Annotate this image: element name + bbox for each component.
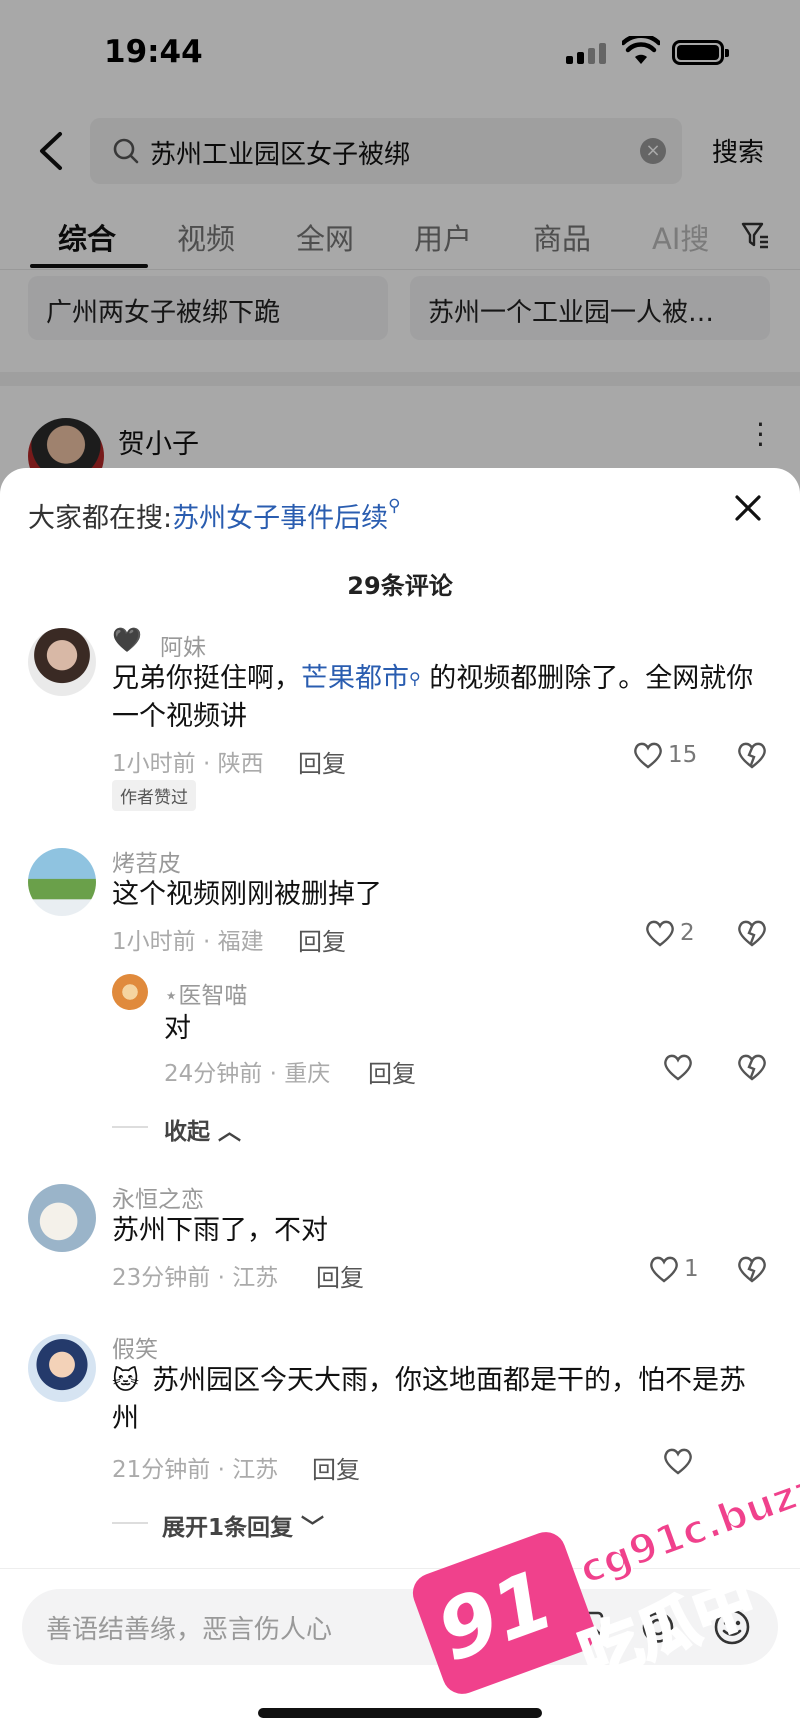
comment-author[interactable]: 假笑 xyxy=(112,1330,158,1364)
comment-author[interactable]: 永恒之恋 xyxy=(112,1180,204,1214)
dislike-heart-icon[interactable] xyxy=(736,1254,768,1284)
expand-label: 展开1条回复 xyxy=(162,1515,294,1541)
author-liked-badge: 作者赞过 xyxy=(112,780,196,811)
avatar[interactable] xyxy=(112,974,148,1010)
thread-line xyxy=(112,1126,148,1128)
avatar[interactable] xyxy=(28,848,96,916)
chevron-down-icon: ﹀ xyxy=(301,1515,325,1541)
comment-meta: 21分钟前 · 江苏 xyxy=(112,1457,279,1483)
heart-icon[interactable] xyxy=(662,1446,694,1476)
like-button[interactable]: 2 xyxy=(644,918,695,948)
search-small-icon: ⚲ xyxy=(388,496,401,516)
reply-author[interactable]: ⋆医智喵 xyxy=(164,976,247,1010)
comment-meta: 23分钟前 · 江苏 xyxy=(112,1265,279,1291)
trending-prefix: 大家都在搜: xyxy=(28,503,173,534)
avatar[interactable] xyxy=(28,628,96,696)
comment-text: 苏州下雨了，不对 xyxy=(112,1215,328,1246)
collapse-label: 收起 xyxy=(164,1119,210,1145)
like-count: 1 xyxy=(684,1256,699,1282)
reply-button[interactable]: 回复 xyxy=(298,922,346,957)
watermark: 91 cg91c.buzz 吃瓜中心 xyxy=(407,1464,800,1736)
reply-button[interactable]: 回复 xyxy=(312,1450,360,1485)
comment-text: 苏州园区今天大雨，你这地面都是干的，怕不是苏州 xyxy=(112,1365,746,1434)
comment-meta: 1小时前 · 福建 xyxy=(112,929,264,955)
watermark-number: 91 xyxy=(425,1552,566,1681)
comment-author[interactable]: 烤苕皮 xyxy=(112,844,181,878)
comment-meta: 1小时前 · 陕西 xyxy=(112,751,264,777)
like-count: 15 xyxy=(668,742,698,768)
thread-line xyxy=(112,1522,148,1524)
close-icon[interactable] xyxy=(730,490,766,526)
black-heart-icon: 🖤 xyxy=(112,626,142,654)
avatar[interactable] xyxy=(28,1184,96,1252)
collapse-replies-button[interactable]: 收起 ︿ xyxy=(164,1112,241,1146)
reply-button[interactable]: 回复 xyxy=(316,1258,364,1293)
dislike-heart-icon[interactable] xyxy=(736,740,768,770)
reply-button[interactable]: 回复 xyxy=(368,1054,416,1089)
comment-author[interactable]: 阿妹 xyxy=(160,628,206,662)
comment-text: 兄弟你挺住啊，芒果都市⚲ 的视频都删除了。全网就你一个视频讲 xyxy=(112,660,772,736)
trending-search-hint: 大家都在搜:苏州女子事件后续⚲ xyxy=(28,496,401,535)
dislike-heart-icon[interactable] xyxy=(736,1052,768,1082)
reply-text: 对 xyxy=(164,1013,191,1044)
chevron-up-icon: ︿ xyxy=(218,1119,242,1145)
comment-text-part: 兄弟你挺住啊， xyxy=(112,663,301,694)
reply-button[interactable]: 回复 xyxy=(298,744,346,779)
heart-icon[interactable] xyxy=(662,1052,694,1082)
heart-icon xyxy=(634,742,662,769)
heart-icon xyxy=(650,1256,678,1283)
reply-meta: 24分钟前 · 重庆 xyxy=(164,1061,331,1087)
trending-search-link[interactable]: 苏州女子事件后续 xyxy=(172,503,388,534)
heart-icon xyxy=(646,920,674,947)
search-small-icon: ⚲ xyxy=(409,669,421,688)
like-button[interactable]: 1 xyxy=(648,1254,699,1284)
comment-count: 29条评论 xyxy=(347,572,453,600)
like-count: 2 xyxy=(680,920,695,946)
comment-text: 这个视频刚刚被删掉了 xyxy=(112,879,382,910)
comment-input-placeholder: 善语结善缘，恶言伤人心 xyxy=(46,1615,333,1645)
dislike-heart-icon[interactable] xyxy=(736,918,768,948)
expand-replies-button[interactable]: 展开1条回复 ﹀ xyxy=(162,1508,324,1542)
avatar[interactable] xyxy=(28,1334,96,1402)
like-button[interactable]: 15 xyxy=(632,740,697,770)
mention-link[interactable]: 芒果都市 xyxy=(301,663,409,694)
